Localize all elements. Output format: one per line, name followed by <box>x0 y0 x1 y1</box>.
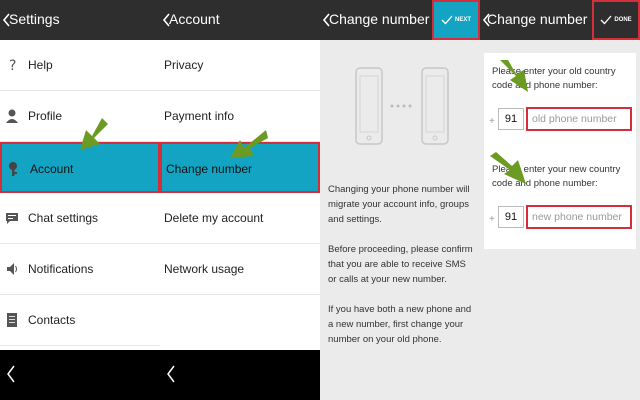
back-nav-icon[interactable] <box>6 364 16 384</box>
check-icon <box>600 15 612 25</box>
settings-item-help[interactable]: ? Help <box>0 40 160 91</box>
page-title: Change number <box>329 11 430 27</box>
change-number-actionbar: Change number DONE <box>480 0 640 40</box>
speaker-icon <box>7 263 17 275</box>
pointer-arrow-icon <box>230 130 268 158</box>
navigation-bar <box>0 350 160 400</box>
done-label: DONE <box>614 17 632 23</box>
settings-item-label: Notifications <box>28 262 94 276</box>
info-paragraph: Before proceeding, please confirm that y… <box>328 244 473 285</box>
plus-sign: + <box>489 116 495 127</box>
account-item-delete-account[interactable]: Delete my account <box>160 193 320 244</box>
account-item-label: Network usage <box>164 262 245 276</box>
page-title: Settings <box>9 11 60 27</box>
next-label: NEXT <box>454 17 471 23</box>
settings-panel: Settings ? Help Profile Account Chat set… <box>0 0 160 400</box>
settings-item-label: Chat settings <box>28 211 99 225</box>
pointer-arrow-icon <box>490 152 526 184</box>
pointer-arrow-icon <box>500 60 528 92</box>
pointer-arrow-icon <box>80 118 108 150</box>
settings-item-contacts[interactable]: Contacts <box>0 295 160 346</box>
account-item-network-usage[interactable]: Network usage <box>160 244 320 295</box>
chat-icon <box>6 213 18 224</box>
phones-illustration-icon <box>355 67 449 145</box>
key-icon <box>9 162 17 176</box>
check-icon <box>441 15 453 25</box>
change-number-actionbar: Change number NEXT <box>320 0 480 40</box>
settings-list: ? Help Profile Account Chat settings Not… <box>0 40 160 346</box>
contacts-icon <box>7 313 17 327</box>
info-paragraph: If you have both a new phone and a new n… <box>328 304 472 345</box>
page-title: Change number <box>487 11 588 27</box>
plus-sign: + <box>489 214 495 225</box>
settings-item-notifications[interactable]: Notifications <box>0 244 160 295</box>
next-button[interactable]: NEXT <box>432 0 480 40</box>
settings-item-chat-settings[interactable]: Chat settings <box>0 193 160 244</box>
navigation-bar <box>160 350 320 400</box>
new-phone-number-field[interactable]: new phone number <box>526 205 632 229</box>
old-country-code-field[interactable]: 91 <box>498 108 524 130</box>
settings-item-label: Profile <box>28 109 63 123</box>
settings-item-label: Contacts <box>28 313 76 327</box>
account-panel: Account Privacy Payment info Change numb… <box>160 0 320 400</box>
change-number-intro-panel: Change number NEXT Changing your phone n… <box>320 0 480 400</box>
settings-item-label: Help <box>28 58 53 72</box>
old-phone-number-field[interactable]: old phone number <box>526 107 632 131</box>
svg-text:?: ? <box>9 58 16 73</box>
settings-actionbar: Settings <box>0 0 160 40</box>
profile-icon <box>6 109 18 123</box>
done-button[interactable]: DONE <box>592 0 640 40</box>
back-nav-icon[interactable] <box>166 364 176 384</box>
account-item-label: Change number <box>166 162 253 176</box>
new-country-code-field[interactable]: 91 <box>498 206 524 228</box>
settings-item-label: Account <box>30 162 74 176</box>
account-item-label: Delete my account <box>164 211 264 225</box>
help-icon: ? <box>9 58 16 73</box>
account-item-label: Payment info <box>164 109 235 123</box>
account-item-label: Privacy <box>164 58 204 72</box>
page-title: Account <box>169 11 220 27</box>
change-number-info: Changing your phone number will migrate … <box>328 182 476 362</box>
change-number-form-panel: Change number DONE Please enter your old… <box>480 0 640 400</box>
info-paragraph: Changing your phone number will migrate … <box>328 184 470 225</box>
account-actionbar: Account <box>160 0 320 40</box>
account-list: Privacy Payment info Change number Delet… <box>160 40 320 295</box>
account-item-privacy[interactable]: Privacy <box>160 40 320 91</box>
